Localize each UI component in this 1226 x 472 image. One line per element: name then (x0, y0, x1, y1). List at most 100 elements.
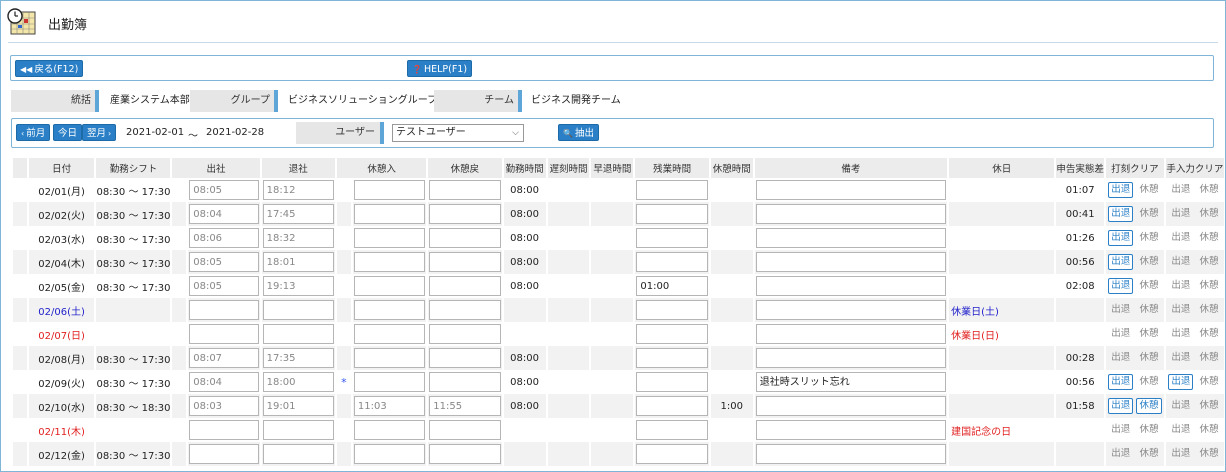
clock-in-field[interactable]: 08:05 (189, 276, 259, 296)
remarks-field[interactable] (755, 420, 947, 440)
clock-out-field[interactable]: 18:01 (262, 252, 334, 272)
clear-clock-inout-button[interactable]: 出退 (1108, 398, 1134, 414)
clock-in-field[interactable]: 08:04 (189, 204, 259, 224)
break-in-field[interactable] (353, 204, 426, 224)
today-button[interactable]: 今日 (53, 124, 83, 141)
clear-clock-inout-button[interactable]: 出退 (1108, 254, 1134, 270)
remarks-field[interactable] (755, 180, 947, 200)
break-out-field[interactable] (429, 324, 501, 344)
clear-clock-break-button: 休憩 (1139, 304, 1159, 315)
clock-out-field[interactable] (262, 324, 334, 344)
clock-in-field[interactable] (189, 420, 259, 440)
next-month-button[interactable]: 翌月 › (82, 124, 117, 141)
break-in-field[interactable] (353, 348, 426, 368)
break-out-field[interactable] (429, 228, 501, 248)
overtime-field[interactable] (636, 396, 708, 416)
remarks-field[interactable] (755, 396, 947, 416)
clear-manual-inout-button[interactable]: 出退 (1168, 374, 1194, 390)
remarks-field[interactable] (755, 228, 947, 248)
break-in-field[interactable]: 11:03 (353, 396, 426, 416)
break-out-field[interactable] (429, 276, 501, 296)
break-out-field[interactable] (429, 204, 501, 224)
break-in-field[interactable] (353, 252, 426, 272)
remarks-field[interactable] (755, 276, 947, 296)
clock-in-field[interactable]: 08:03 (189, 396, 259, 416)
remarks-field[interactable] (755, 348, 947, 368)
break-in-field[interactable] (353, 276, 426, 296)
break-out-field[interactable] (429, 444, 501, 464)
attendance-table: 日付 勤務シフト 出社 退社 休憩入 休憩戻 勤務時間 遅刻時間 早退時間 残業… (11, 158, 1226, 466)
clock-in-field[interactable] (189, 300, 259, 320)
break-out-field[interactable] (429, 180, 501, 200)
extract-button[interactable]: 🔍 抽出 (558, 124, 599, 141)
clock-in-field[interactable]: 08:07 (189, 348, 259, 368)
clock-in-field[interactable]: 08:05 (189, 180, 259, 200)
clear-clock-inout-button[interactable]: 出退 (1108, 374, 1134, 390)
clock-out-field[interactable]: 17:45 (262, 204, 334, 224)
date-cell: 02/01(月) (28, 178, 95, 202)
break-out-field[interactable] (429, 372, 501, 392)
break-out-field[interactable] (429, 420, 501, 440)
clear-clock-break-button[interactable]: 休憩 (1136, 398, 1162, 414)
clear-clock-inout-button[interactable]: 出退 (1108, 278, 1134, 294)
date-cell: 02/06(土) (28, 298, 95, 322)
clock-out-field[interactable]: 19:13 (262, 276, 334, 296)
overtime-field[interactable] (636, 300, 708, 320)
clock-in-field[interactable]: 08:06 (189, 228, 259, 248)
clock-out-field[interactable]: 18:00 (262, 372, 334, 392)
overtime-field[interactable] (636, 180, 708, 200)
break-in-field[interactable] (353, 420, 426, 440)
break-in-field[interactable] (353, 444, 426, 464)
break-out-field[interactable] (429, 252, 501, 272)
overtime-field[interactable]: 01:00 (636, 276, 708, 296)
overtime-field[interactable] (636, 228, 708, 248)
clear-clock-inout-button[interactable]: 出退 (1108, 230, 1134, 246)
overtime-field[interactable] (636, 324, 708, 344)
clock-in-field[interactable] (189, 444, 259, 464)
help-button[interactable]: ❓ HELP(F1) (407, 60, 473, 77)
clock-out-field[interactable]: 19:01 (262, 396, 334, 416)
clock-out-field[interactable]: 18:12 (262, 180, 334, 200)
break-in-field[interactable] (353, 180, 426, 200)
break-in-field[interactable] (353, 228, 426, 248)
break-out-field[interactable] (429, 300, 501, 320)
break-in-field[interactable] (353, 324, 426, 344)
clear-clock-inout-button[interactable]: 出退 (1108, 206, 1134, 222)
overtime-field[interactable] (636, 444, 708, 464)
clock-out-field[interactable] (262, 420, 334, 440)
back-button[interactable]: ◀◀ 戻る(F12) (15, 60, 84, 77)
remarks-field[interactable] (755, 444, 947, 464)
clear-manual-inout-button: 出退 (1171, 184, 1191, 195)
remarks-field[interactable] (755, 300, 947, 320)
remarks-field[interactable] (755, 252, 947, 272)
clock-in-field[interactable]: 08:05 (189, 252, 259, 272)
overtime-field[interactable] (636, 372, 708, 392)
overtime-field[interactable] (636, 204, 708, 224)
clock-out-field[interactable] (262, 444, 334, 464)
org-label-division: 統括 (11, 90, 99, 112)
clock-out-field[interactable]: 18:32 (262, 228, 334, 248)
overtime-field[interactable] (636, 420, 708, 440)
prev-month-button[interactable]: ‹ 前月 (16, 124, 51, 141)
remarks-field[interactable] (755, 204, 947, 224)
remarks-field[interactable]: 退社時スリット忘れ (755, 372, 947, 392)
user-select[interactable]: テストユーザー ⌵ (392, 124, 524, 142)
table-row: 02/12(金) 08:30 ～ 17:30 出退 休憩 出退 休憩 (13, 442, 1224, 466)
clock-out-field[interactable]: 17:35 (262, 348, 334, 368)
overtime-field[interactable] (636, 348, 708, 368)
break-out-field[interactable]: 11:55 (429, 396, 501, 416)
date-cell: 02/09(火) (28, 370, 95, 394)
chevron-down-icon: ⌵ (512, 128, 519, 138)
col-header-manual-clear: 手入力クリア (1165, 158, 1224, 178)
break-in-field[interactable] (353, 300, 426, 320)
late-time-cell (547, 274, 590, 298)
clock-in-field[interactable] (189, 324, 259, 344)
break-out-field[interactable] (429, 348, 501, 368)
clock-out-field[interactable] (262, 300, 334, 320)
break-in-field[interactable] (353, 372, 426, 392)
remarks-field[interactable] (755, 324, 947, 344)
break-time-cell (710, 418, 753, 442)
overtime-field[interactable] (636, 252, 708, 272)
clock-in-field[interactable]: 08:04 (189, 372, 259, 392)
clear-clock-inout-button[interactable]: 出退 (1108, 182, 1134, 198)
